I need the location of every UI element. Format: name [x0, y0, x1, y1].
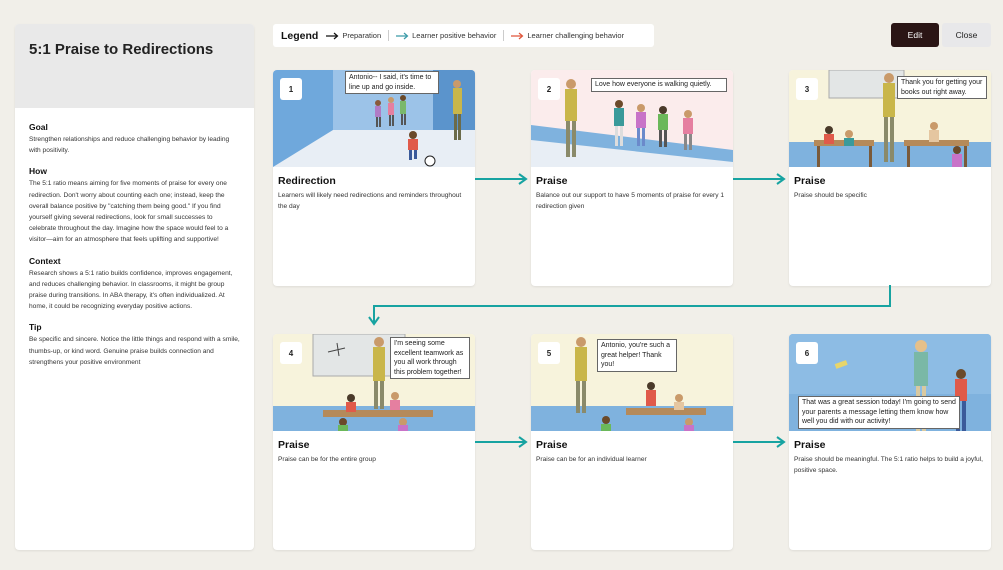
- info-sidebar: 5:1 Praise to Redirections Goal Strength…: [15, 24, 254, 550]
- step-card-6[interactable]: 6 That was a great session today! I'm go…: [789, 334, 991, 550]
- card-title: Praise: [794, 439, 826, 451]
- card-title: Praise: [536, 439, 568, 451]
- step-number: 4: [280, 342, 302, 364]
- speech-bubble: I'm seeing some excellent teamwork as yo…: [390, 337, 470, 379]
- legend-divider: [388, 30, 390, 41]
- legend-item-positive: Learner positive behavior: [396, 31, 496, 40]
- legend-label: Learner positive behavior: [412, 31, 497, 40]
- legend: Legend Preparation Learner positive beha…: [273, 24, 654, 47]
- tip-heading: Tip: [29, 322, 42, 333]
- step-card-2[interactable]: 2 Love how everyone is walking quietly. …: [531, 70, 733, 286]
- scene-illustration: 4 I'm seeing some excellent teamwork as …: [273, 334, 475, 431]
- flow-arrow-5-6: [733, 436, 786, 448]
- step-number: 6: [796, 342, 818, 364]
- context-heading: Context: [29, 255, 61, 266]
- goal-text: Strengthen relationships and reduce chal…: [29, 136, 230, 155]
- legend-label: Preparation: [342, 31, 382, 40]
- card-description: Praise can be for an individual learner: [536, 456, 647, 463]
- card-description: Praise should be meaningful. The 5:1 rat…: [794, 456, 984, 474]
- edit-button[interactable]: Edit: [891, 23, 939, 47]
- red-arrow-icon: [511, 32, 524, 39]
- legend-label: Learner challenging behavior: [527, 31, 625, 40]
- card-title: Praise: [536, 175, 568, 187]
- sidebar-header: 5:1 Praise to Redirections: [15, 24, 254, 108]
- legend-item-preparation: Preparation: [326, 31, 381, 40]
- card-title: Praise: [794, 175, 826, 187]
- step-card-5[interactable]: 5 Antonio, you're such a great helper! T…: [531, 334, 733, 550]
- flow-arrow-1-2: [475, 173, 528, 185]
- speech-bubble: Thank you for getting your books out rig…: [897, 76, 987, 99]
- sidebar-body: Goal Strengthen relationships and reduce…: [15, 108, 254, 392]
- scene-illustration: 2 Love how everyone is walking quietly.: [531, 70, 733, 167]
- card-description: Praise can be for the entire group: [278, 456, 376, 463]
- black-arrow-icon: [326, 32, 339, 39]
- how-text: The 5:1 ratio means aiming for five mome…: [29, 180, 229, 244]
- tip-text: Be specific and sincere. Notice the litt…: [29, 336, 240, 366]
- goal-heading: Goal: [29, 122, 48, 132]
- legend-title: Legend: [281, 29, 319, 42]
- card-description: Praise should be specific: [794, 192, 867, 199]
- card-title: Praise: [278, 439, 310, 451]
- step-number: 2: [538, 78, 560, 100]
- step-card-1[interactable]: 1 Antonio-- I said, it's time to line up…: [273, 70, 475, 286]
- close-button[interactable]: Close: [942, 23, 991, 47]
- step-card-4[interactable]: 4 I'm seeing some excellent teamwork as …: [273, 334, 475, 550]
- page-title: 5:1 Praise to Redirections: [29, 41, 214, 58]
- step-card-3[interactable]: 3 Thank you for getting your books out r…: [789, 70, 991, 286]
- card-description: Learners will likely need redirections a…: [278, 192, 462, 210]
- speech-bubble: Antonio-- I said, it's time to line up a…: [345, 71, 439, 94]
- card-title: Redirection: [278, 175, 336, 187]
- scene-illustration: 6 That was a great session today! I'm go…: [789, 334, 991, 431]
- teal-arrow-icon: [396, 32, 409, 39]
- scene-illustration: 1 Antonio-- I said, it's time to line up…: [273, 70, 475, 167]
- card-description: Balance out our support to have 5 moment…: [536, 192, 725, 210]
- legend-divider: [503, 30, 505, 41]
- step-number: 3: [796, 78, 818, 100]
- flow-arrow-4-5: [475, 436, 528, 448]
- speech-bubble: Antonio, you're such a great helper! Tha…: [597, 339, 677, 372]
- scene-illustration: 5 Antonio, you're such a great helper! T…: [531, 334, 733, 431]
- speech-bubble: That was a great session today! I'm goin…: [798, 396, 960, 429]
- speech-bubble: Love how everyone is walking quietly.: [591, 78, 727, 92]
- how-heading: How: [29, 166, 47, 177]
- legend-item-challenging: Learner challenging behavior: [511, 31, 624, 40]
- context-text: Research shows a 5:1 ratio builds confid…: [29, 269, 233, 311]
- flow-arrow-2-3: [733, 173, 786, 185]
- flow-arrow-3-4: [368, 285, 891, 326]
- step-number: 1: [280, 78, 302, 100]
- step-number: 5: [538, 342, 560, 364]
- scene-illustration: 3 Thank you for getting your books out r…: [789, 70, 991, 167]
